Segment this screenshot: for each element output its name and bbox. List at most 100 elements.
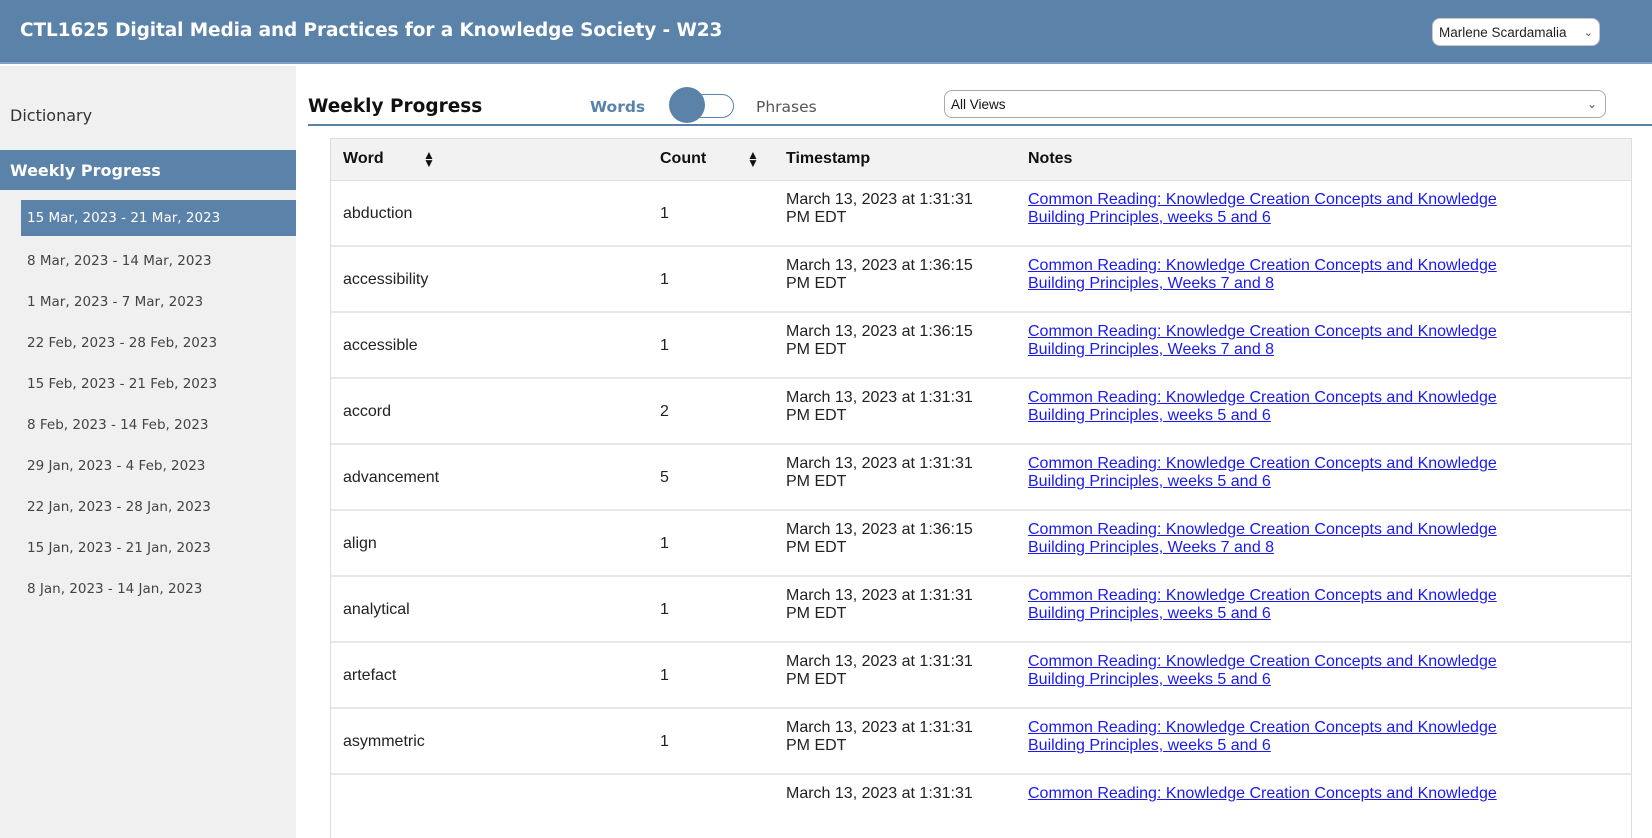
column-header-word[interactable]: Word ▲ ▼ bbox=[331, 139, 648, 181]
count-cell: 1 bbox=[660, 733, 669, 750]
note-link[interactable]: Common Reading: Knowledge Creation Conce… bbox=[1028, 719, 1497, 754]
timestamp-line: PM EDT bbox=[786, 275, 847, 292]
table-row: accord 2 March 13, 2023 at 1:31:31 PM EDT Co… bbox=[331, 378, 1631, 444]
sidebar-week-item[interactable]: 8 Mar, 2023 - 14 Mar, 2023 bbox=[21, 241, 296, 282]
timestamp-cell: March 13, 2023 at 1:31:31 PM EDT bbox=[774, 576, 1016, 642]
count-cell bbox=[648, 774, 774, 838]
notes-cell: Common Reading: Knowledge Creation Conce… bbox=[1016, 774, 1631, 838]
view-select[interactable]: All Views ⌄ bbox=[944, 90, 1606, 118]
table-row: artefact 1 March 13, 2023 at 1:31:31 PM EDT… bbox=[331, 642, 1631, 708]
toggle-label-words[interactable]: Words bbox=[590, 98, 645, 116]
table-row: abduction 1 March 13, 2023 at 1:31:31 PM ED… bbox=[331, 180, 1631, 246]
note-link[interactable]: Common Reading: Knowledge Creation Conce… bbox=[1028, 323, 1497, 358]
column-header-timestamp: Timestamp bbox=[774, 139, 1016, 181]
top-bar: CTL1625 Digital Media and Practices for … bbox=[0, 0, 1652, 64]
word-cell: align bbox=[343, 535, 377, 552]
note-link-line: Building Principles, weeks 5 and 6 bbox=[1028, 605, 1271, 622]
note-link-line: Building Principles, weeks 5 and 6 bbox=[1028, 671, 1271, 688]
note-link-line: Common Reading: Knowledge Creation Conce… bbox=[1028, 323, 1497, 340]
sidebar-week-item[interactable]: 15 Feb, 2023 - 21 Feb, 2023 bbox=[21, 364, 296, 405]
toggle-knob bbox=[669, 87, 705, 123]
timestamp-line: PM EDT bbox=[786, 341, 847, 358]
note-link[interactable]: Common Reading: Knowledge Creation Conce… bbox=[1028, 389, 1497, 424]
word-cell: artefact bbox=[343, 667, 397, 684]
title-divider bbox=[308, 124, 1652, 126]
word-cell: accessibility bbox=[343, 271, 429, 288]
count-cell: 1 bbox=[660, 337, 669, 354]
note-link[interactable]: Common Reading: Knowledge Creation Conce… bbox=[1028, 191, 1497, 226]
count-cell: 1 bbox=[660, 667, 669, 684]
table-row: align 1 March 13, 2023 at 1:36:15 PM EDT Com… bbox=[331, 510, 1631, 576]
count-cell: 1 bbox=[660, 601, 669, 618]
page-title: Weekly Progress bbox=[308, 96, 483, 117]
sort-icon[interactable]: ▲ ▼ bbox=[747, 149, 759, 169]
sidebar-week-item[interactable]: 22 Jan, 2023 - 28 Jan, 2023 bbox=[21, 487, 296, 528]
note-link[interactable]: Common Reading: Knowledge Creation Conce… bbox=[1028, 455, 1497, 490]
timestamp-cell: March 13, 2023 at 1:36:15 PM EDT bbox=[774, 246, 1016, 312]
toggle-label-phrases[interactable]: Phrases bbox=[756, 98, 817, 116]
note-link[interactable]: Common Reading: Knowledge Creation Conce… bbox=[1028, 587, 1497, 622]
timestamp-line: March 13, 2023 at 1:31:31 bbox=[786, 190, 973, 208]
note-link-line: Common Reading: Knowledge Creation Conce… bbox=[1028, 719, 1497, 736]
table-row: analytical 1 March 13, 2023 at 1:31:31 PM E… bbox=[331, 576, 1631, 642]
note-link[interactable]: Common Reading: Knowledge Creation Conce… bbox=[1028, 257, 1497, 292]
table-row: accessibility 1 March 13, 2023 at 1:36:15 P… bbox=[331, 246, 1631, 312]
sort-icon[interactable]: ▲ ▼ bbox=[423, 149, 435, 169]
timestamp-cell: March 13, 2023 at 1:31:31 PM EDT bbox=[774, 378, 1016, 444]
timestamp-cell: March 13, 2023 at 1:31:31 PM EDT bbox=[774, 444, 1016, 510]
sidebar-item-dictionary[interactable]: Dictionary bbox=[10, 106, 92, 125]
user-select[interactable]: Marlene Scardamalia ⌄ bbox=[1432, 18, 1600, 46]
timestamp-line: March 13, 2023 at 1:31:31 bbox=[786, 455, 973, 472]
word-cell bbox=[331, 774, 648, 838]
note-link-line: Building Principles, weeks 5 and 6 bbox=[1028, 473, 1271, 490]
timestamp-line: March 13, 2023 at 1:31:31 bbox=[786, 389, 973, 406]
course-title: CTL1625 Digital Media and Practices for … bbox=[20, 20, 723, 41]
sidebar-week-item[interactable]: 8 Feb, 2023 - 14 Feb, 2023 bbox=[21, 405, 296, 446]
sidebar-item-weekly-progress[interactable]: Weekly Progress bbox=[0, 150, 296, 190]
sidebar: Dictionary Weekly Progress 15 Mar, 2023 … bbox=[0, 66, 296, 838]
timestamp-line: March 13, 2023 at 1:31:31 bbox=[786, 587, 973, 604]
timestamp-cell: March 13, 2023 at 1:31:31 PM EDT bbox=[774, 642, 1016, 708]
column-label: Count bbox=[660, 150, 707, 168]
notes-cell: Common Reading: Knowledge Creation Conce… bbox=[1016, 576, 1631, 642]
table-header-row: Word ▲ ▼ Count ▲ ▼ Timestamp Notes bbox=[331, 139, 1631, 181]
count-cell: 5 bbox=[660, 469, 669, 486]
word-cell: accord bbox=[343, 403, 392, 420]
notes-cell: Common Reading: Knowledge Creation Conce… bbox=[1016, 312, 1631, 378]
note-link[interactable]: Common Reading: Knowledge Creation Conce… bbox=[1028, 521, 1497, 556]
view-select-value: All Views bbox=[951, 97, 1006, 112]
timestamp-cell: March 13, 2023 at 1:36:15 PM EDT bbox=[774, 510, 1016, 576]
timestamp-cell: March 13, 2023 at 1:31:31 bbox=[774, 774, 1016, 838]
count-cell: 1 bbox=[660, 535, 669, 552]
note-link[interactable]: Common Reading: Knowledge Creation Conce… bbox=[1028, 653, 1497, 688]
column-header-count[interactable]: Count ▲ ▼ bbox=[648, 139, 774, 181]
note-link-line: Common Reading: Knowledge Creation Conce… bbox=[1028, 587, 1497, 604]
sidebar-week-item[interactable]: 8 Jan, 2023 - 14 Jan, 2023 bbox=[21, 569, 296, 610]
table-row: accessible 1 March 13, 2023 at 1:36:15 PM E… bbox=[331, 312, 1631, 378]
table-row: asymmetric 1 March 13, 2023 at 1:31:31 PM E… bbox=[331, 708, 1631, 774]
timestamp-line: March 13, 2023 at 1:36:15 bbox=[786, 521, 973, 538]
sidebar-week-item[interactable]: 29 Jan, 2023 - 4 Feb, 2023 bbox=[21, 446, 296, 487]
notes-cell: Common Reading: Knowledge Creation Conce… bbox=[1016, 378, 1631, 444]
word-cell: analytical bbox=[343, 601, 410, 618]
timestamp-line: PM EDT bbox=[786, 671, 847, 688]
word-cell: advancement bbox=[343, 469, 440, 486]
timestamp-cell: March 13, 2023 at 1:36:15 PM EDT bbox=[774, 312, 1016, 378]
words-phrases-toggle[interactable] bbox=[669, 87, 734, 123]
note-link-line: Common Reading: Knowledge Creation Conce… bbox=[1028, 785, 1497, 802]
timestamp-line: PM EDT bbox=[786, 605, 847, 622]
note-link-line: Common Reading: Knowledge Creation Conce… bbox=[1028, 455, 1497, 472]
sidebar-week-item[interactable]: 15 Jan, 2023 - 21 Jan, 2023 bbox=[21, 528, 296, 569]
note-link-line: Common Reading: Knowledge Creation Conce… bbox=[1028, 190, 1497, 208]
column-header-notes: Notes bbox=[1016, 139, 1631, 181]
sidebar-week-item[interactable]: 15 Mar, 2023 - 21 Mar, 2023 bbox=[21, 200, 296, 236]
timestamp-line: PM EDT bbox=[786, 473, 847, 490]
column-label: Timestamp bbox=[786, 150, 871, 168]
note-link[interactable]: Common Reading: Knowledge Creation Conce… bbox=[1028, 785, 1497, 802]
note-link-line: Common Reading: Knowledge Creation Conce… bbox=[1028, 653, 1497, 670]
sidebar-week-item[interactable]: 22 Feb, 2023 - 28 Feb, 2023 bbox=[21, 323, 296, 364]
notes-cell: Common Reading: Knowledge Creation Conce… bbox=[1016, 444, 1631, 510]
timestamp-line: PM EDT bbox=[786, 737, 847, 754]
sidebar-week-item[interactable]: 1 Mar, 2023 - 7 Mar, 2023 bbox=[21, 282, 296, 323]
count-cell: 1 bbox=[660, 204, 669, 222]
